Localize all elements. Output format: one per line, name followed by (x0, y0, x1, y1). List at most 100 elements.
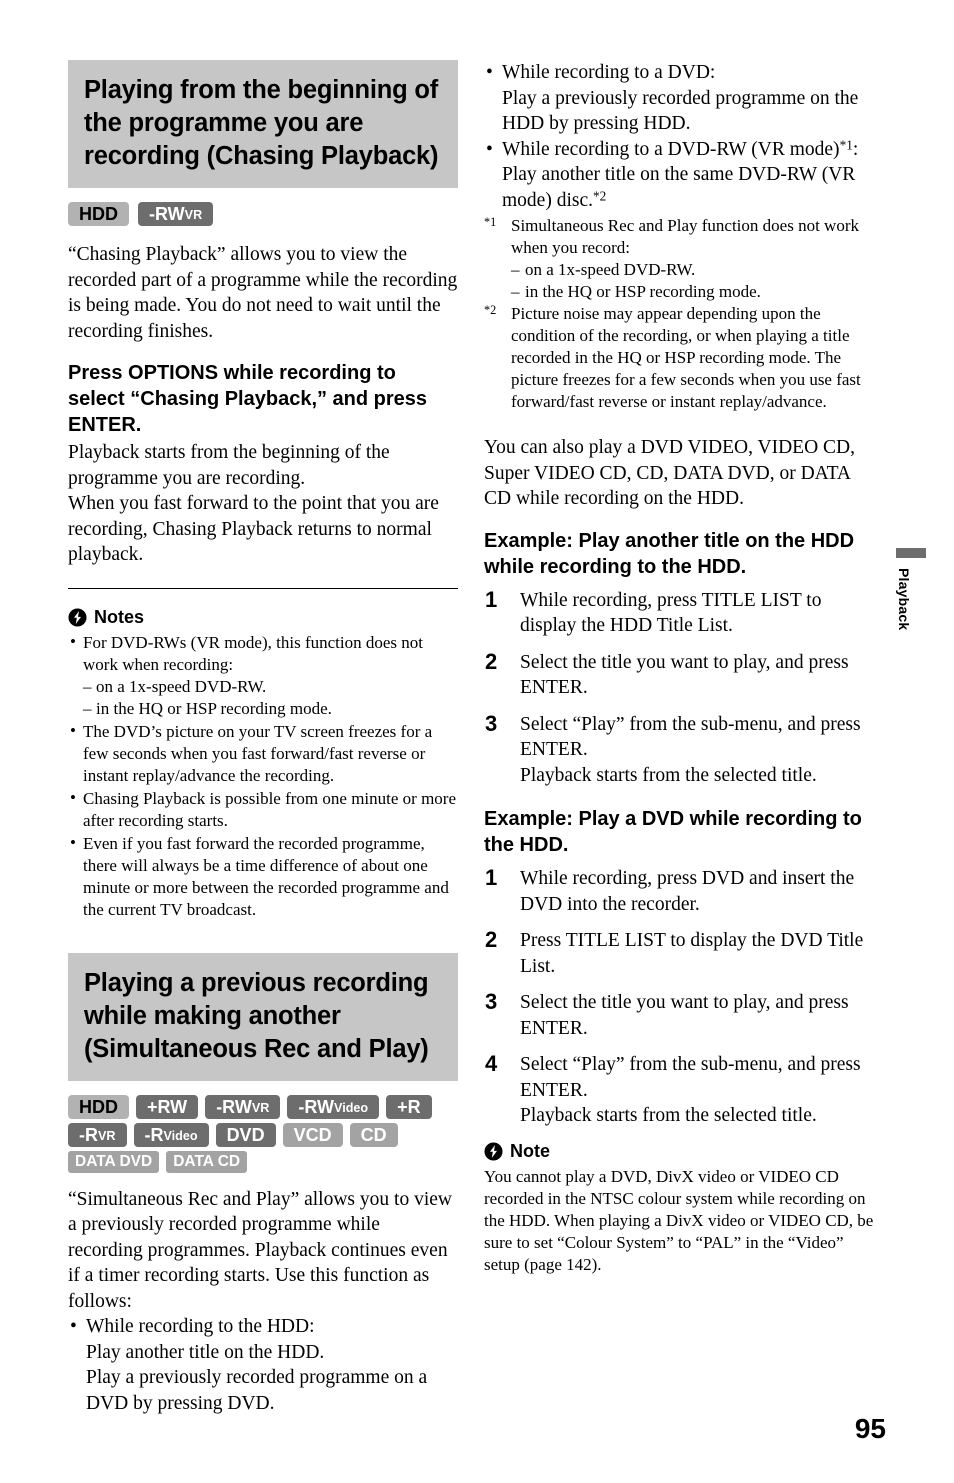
footnote-text: Simultaneous Rec and Play function does … (511, 216, 859, 257)
badge-main-text: HDD (79, 1096, 118, 1117)
badge-main-text: -RW (216, 1096, 252, 1117)
note-dash-line: in the HQ or HSP recording mode. (83, 698, 458, 720)
footnote-dash-line: on a 1x-speed DVD-RW. (511, 259, 874, 281)
footnote: *2 Picture noise may appear depending upo… (484, 303, 874, 413)
note-item: For DVD-RWs (VR mode), this function doe… (68, 631, 458, 720)
left-column: Playing from the beginning of the progra… (68, 60, 458, 1416)
bullet-item-text: While recording to a DVD-RW (VR mode) (502, 138, 840, 160)
simultaneous-intro-paragraph: “Simultaneous Rec and Play” allows you t… (68, 1188, 452, 1312)
step-text: Press TITLE LIST to display the DVD Titl… (520, 930, 864, 977)
note-heading: Note (484, 1141, 874, 1162)
section-header-chasing-playback: Playing from the beginning of the progra… (68, 60, 458, 188)
lightning-bolt-icon (484, 1141, 503, 1161)
badge-main-text: -R (144, 1124, 164, 1145)
note-item: The DVD’s picture on your TV screen free… (68, 720, 458, 787)
badge-sub-text: VR (98, 1128, 116, 1143)
badge-sub-text: VR (184, 208, 203, 223)
media-badge-hdd: HDD (68, 1094, 129, 1119)
section-divider (68, 587, 458, 589)
step-number: 3 (485, 989, 498, 1014)
example1-steps: 1 While recording, press TITLE LIST to di… (484, 586, 874, 789)
also-play-paragraph: You can also play a DVD VIDEO, VIDEO CD,… (484, 437, 856, 509)
media-badge--rvr: -R VR (68, 1122, 127, 1147)
media-badge-hdd: HDD (68, 202, 129, 226)
bullet-sub-line: Play another title on the HDD. (86, 1341, 325, 1363)
bullet-item: While recording to the HDD: Play another … (68, 1314, 458, 1416)
note-item: Chasing Playback is possible from one mi… (68, 787, 458, 832)
step-text: While recording, press DVD and insert th… (520, 868, 855, 915)
note-item-text: For DVD-RWs (VR mode), this function doe… (83, 632, 423, 674)
badge-sub-text: Video (163, 1128, 198, 1143)
footnote-text: Picture noise may appear depending upon … (511, 304, 861, 411)
note-dash-line: on a 1x-speed DVD-RW. (83, 676, 458, 698)
footnote-mark: *1 (484, 215, 497, 230)
badge-main-text: -R (79, 1124, 98, 1145)
example1-heading: Example: Play another title on the HDD w… (484, 529, 855, 578)
badge-main-text: +R (397, 1096, 421, 1117)
badge-main-text: HDD (79, 204, 118, 224)
side-tab-playback: Playback (896, 548, 926, 630)
media-badge-row-chasing: HDD -RW VR (68, 202, 458, 226)
numbered-step: 3 Select the title you want to play, and … (484, 989, 874, 1041)
numbered-step: 1 While recording, press TITLE LIST to di… (484, 586, 874, 639)
badge-main-text: +RW (147, 1096, 188, 1117)
step-number: 3 (485, 710, 498, 736)
simultaneous-bullet-list: While recording to the HDD: Play another … (68, 1314, 458, 1416)
lightning-bolt-icon (68, 607, 87, 627)
media-badge--r: +R (386, 1094, 432, 1119)
footnote-list: *1 Simultaneous Rec and Play function doe… (484, 215, 874, 413)
media-badge-data-dvd: DATA DVD (68, 1150, 160, 1173)
page-number: 95 (854, 1413, 886, 1444)
media-badge-row-2: -R VR -R Video DVD VCD CD (68, 1122, 458, 1147)
media-badge--rvideo: -R Video (133, 1122, 209, 1147)
media-badge-row-1: HDD +RW -RW VR -RW Video +R (68, 1094, 458, 1119)
badge-sub-text: VR (251, 1100, 270, 1115)
footnote-mark: *2 (484, 303, 497, 318)
numbered-step: 3 Select “Play” from the sub-menu, and pr… (484, 710, 874, 789)
note-item: Even if you fast forward the recorded pr… (68, 832, 458, 921)
right-column: While recording to a DVD: Play a previous… (484, 60, 874, 1276)
example2-steps: 1 While recording, press DVD and insert t… (484, 865, 874, 1129)
recording-bullet-list: While recording to a DVD: Play a previous… (484, 60, 874, 213)
numbered-step: 4 Select “Play” from the sub-menu, and pr… (484, 1051, 874, 1129)
badge-main-text: VCD (293, 1124, 332, 1145)
note-item-text: Chasing Playback is possible from one mi… (83, 788, 456, 830)
note-heading-text: Note (510, 1140, 550, 1161)
media-badge-row-3: DATA DVD DATA CD (68, 1150, 458, 1173)
step-text: Select “Play” from the sub-menu, and pre… (520, 713, 861, 786)
media-badge-dvd: DVD (215, 1122, 276, 1147)
manual-page: Playing from the beginning of the progra… (0, 0, 954, 1483)
numbered-step: 1 While recording, press DVD and insert t… (484, 865, 874, 917)
step-text: While recording, press TITLE LIST to dis… (520, 589, 822, 637)
section-heading-text: Playing from the beginning of the progra… (84, 76, 439, 170)
badge-main-text: DATA DVD (75, 1152, 153, 1170)
step-number: 4 (485, 1051, 498, 1076)
side-tab-bar (896, 548, 926, 558)
bullet-item: While recording to a DVD-RW (VR mode)*1:… (484, 137, 874, 214)
badge-main-text: CD (360, 1124, 387, 1145)
section-header-simultaneous: Playing a previous recording while makin… (68, 952, 458, 1081)
media-badge-cd: CD (349, 1122, 398, 1147)
note-body-text: You cannot play a DVD, DivX video or VID… (484, 1166, 874, 1274)
example2-heading: Example: Play a DVD while recording to t… (484, 808, 862, 856)
bullet-item: While recording to a DVD: Play a previous… (484, 60, 874, 137)
media-badge-data-cd: DATA CD (166, 1150, 248, 1173)
numbered-step: 2 Select the title you want to play, and … (484, 648, 874, 701)
bullet-tail-text: : (852, 138, 859, 160)
step-number: 2 (485, 648, 498, 674)
media-badge--rwvideo: -RW Video (287, 1094, 380, 1119)
numbered-step: 2 Press TITLE LIST to display the DVD Tit… (484, 927, 874, 979)
step-number: 1 (485, 586, 498, 612)
step-text: Select the title you want to play, and p… (520, 651, 849, 699)
bullet-sub-line: Play a previously recorded programme on … (86, 1367, 428, 1414)
side-tab-label: Playback (896, 568, 912, 631)
footnote-dash-line: in the HQ or HSP recording mode. (511, 281, 874, 303)
badge-main-text: DVD (226, 1124, 265, 1145)
note-item-text: Even if you fast forward the recorded pr… (83, 833, 449, 919)
media-badge--rw: +RW (136, 1094, 199, 1119)
media-badge-vcd: VCD (282, 1122, 343, 1147)
badge-main-text: DATA CD (173, 1152, 241, 1170)
chasing-subheading: Press OPTIONS while recording to select … (68, 362, 428, 436)
badge-main-text: -RW (298, 1096, 335, 1117)
notes-heading-text: Notes (94, 606, 145, 627)
